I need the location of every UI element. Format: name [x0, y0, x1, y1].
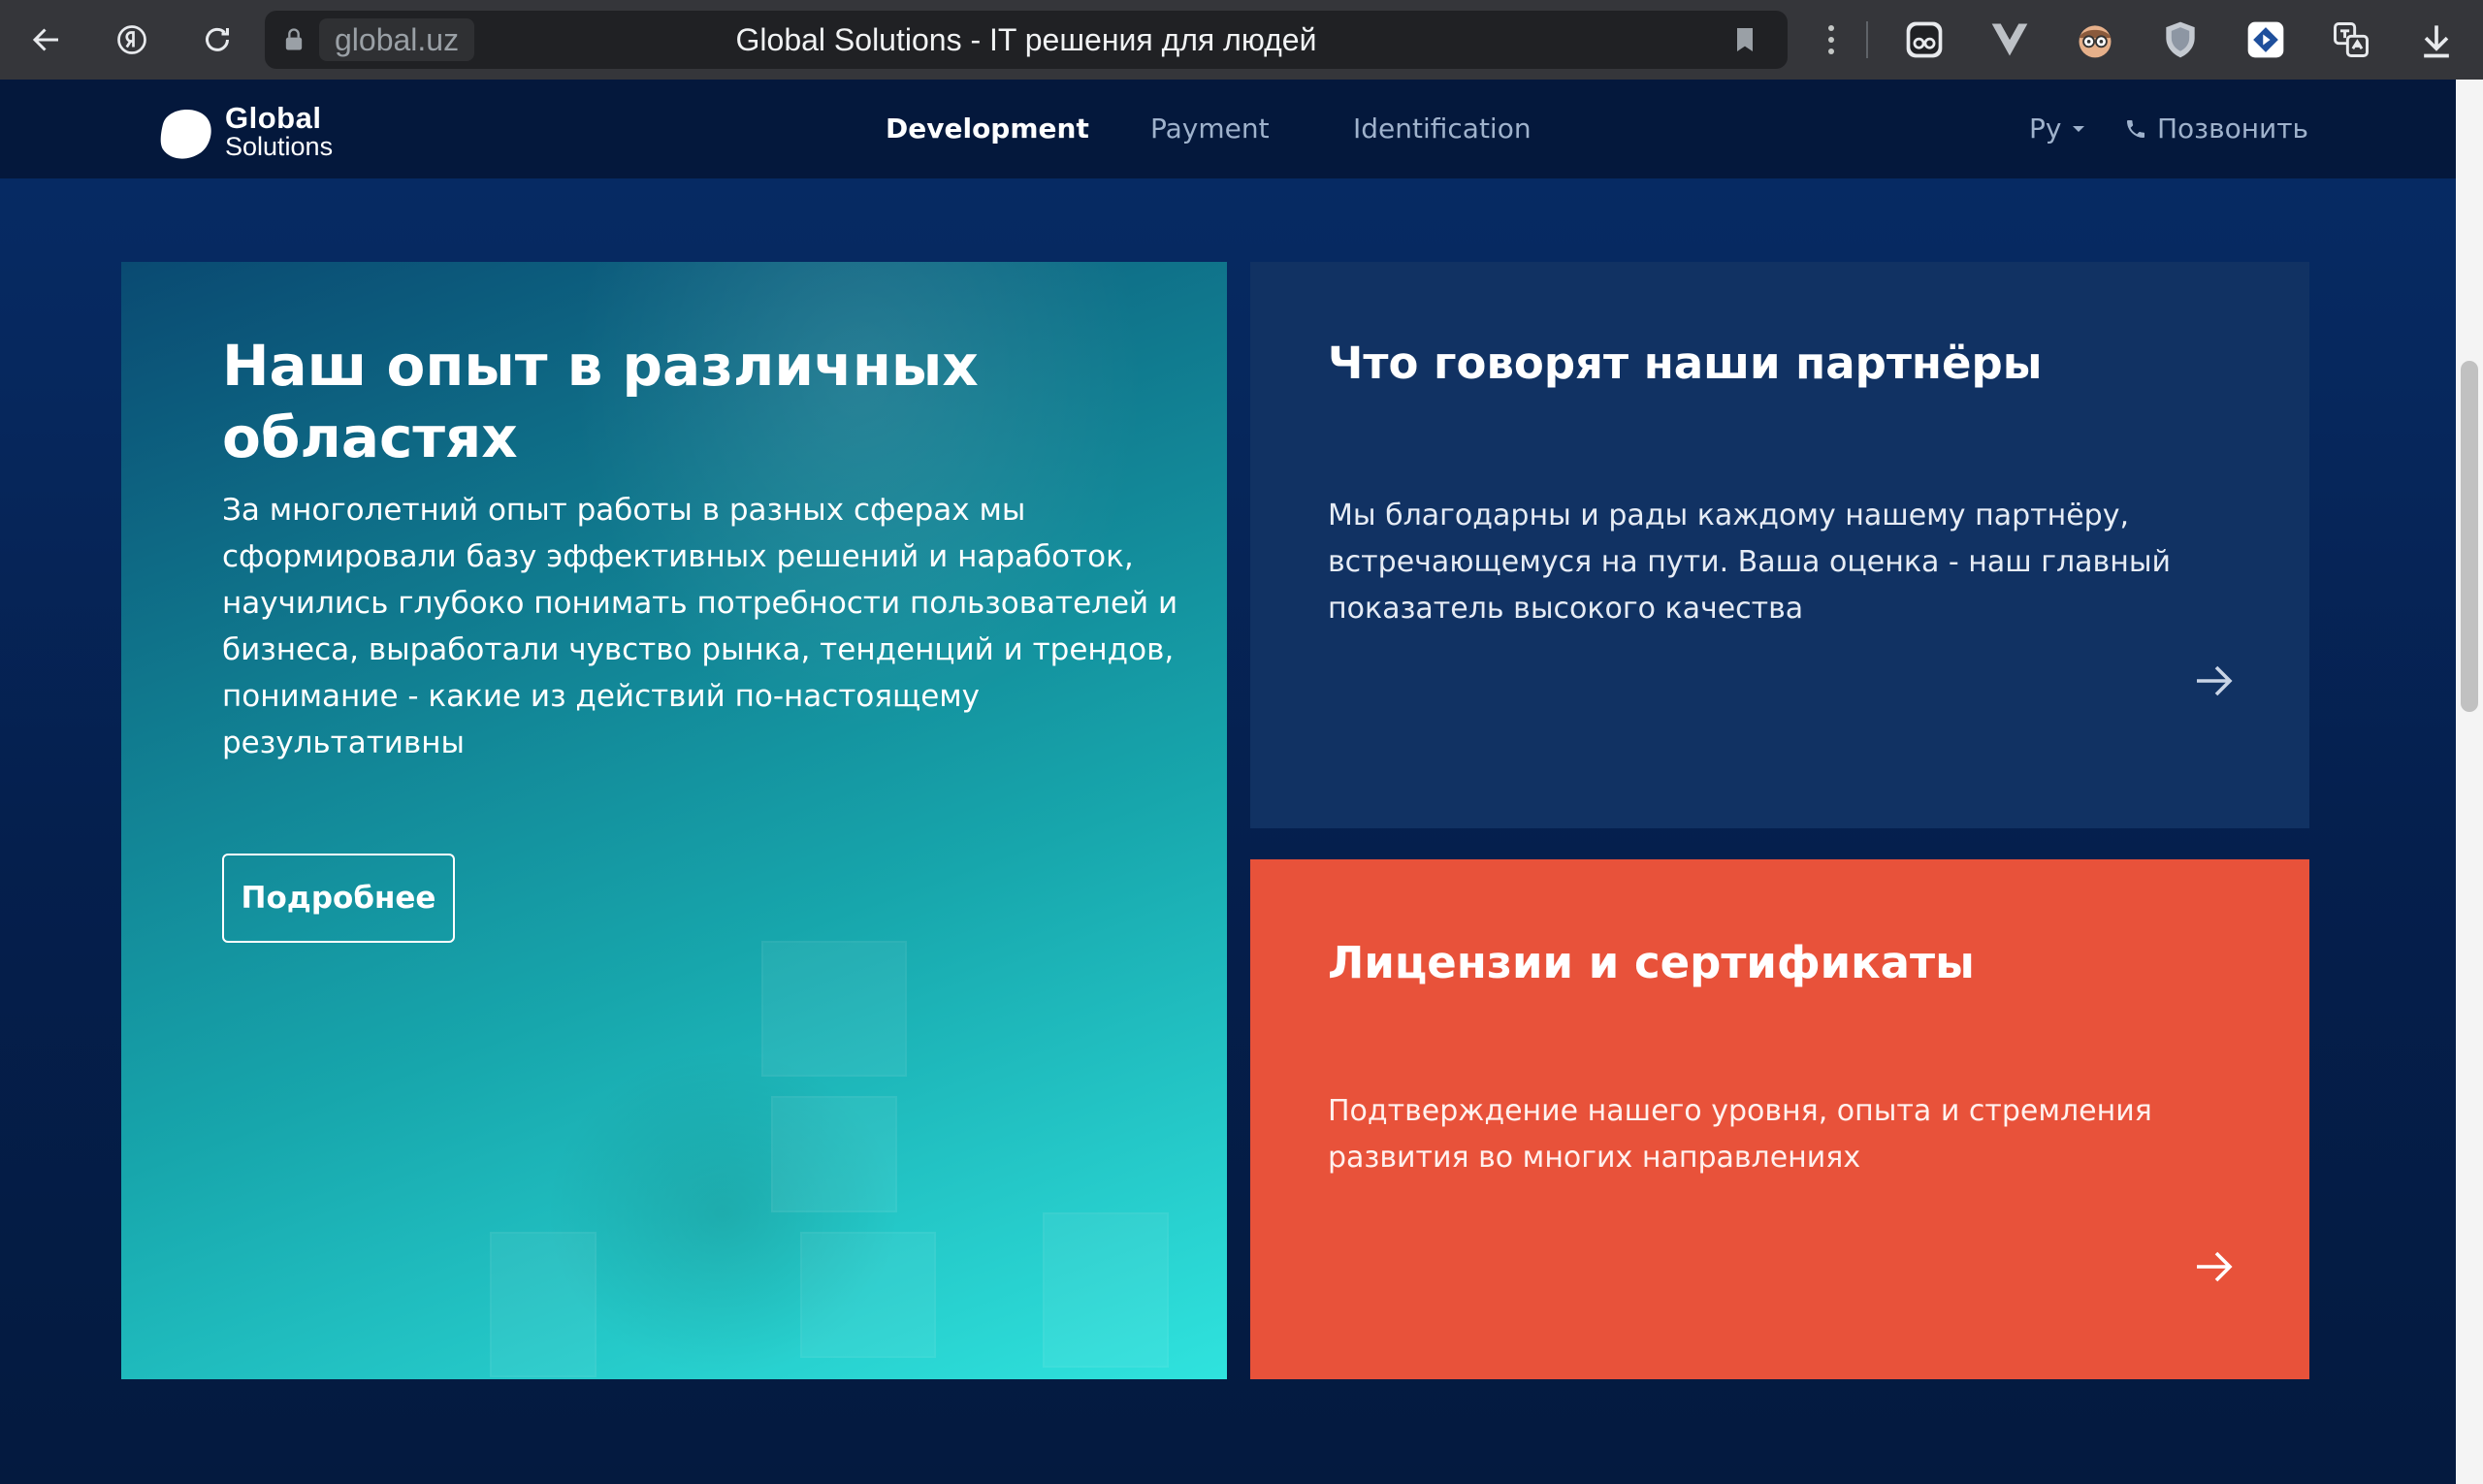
- photo-cube: [800, 1232, 936, 1358]
- call-link[interactable]: Позвонить: [2124, 80, 2308, 178]
- more-button[interactable]: Подробнее: [222, 854, 455, 943]
- back-arrow-icon: [32, 28, 58, 51]
- extension-glasses-icon[interactable]: [1901, 16, 1948, 63]
- call-label: Позвонить: [2157, 113, 2309, 145]
- language-select[interactable]: Ру: [2029, 80, 2085, 178]
- arrow-right-icon[interactable]: [2191, 1243, 2238, 1290]
- scrollbar-thumb[interactable]: [2461, 361, 2478, 712]
- experience-text: За многолетний опыт работы в разных сфер…: [222, 493, 1178, 760]
- extension-play-icon[interactable]: [2242, 16, 2289, 63]
- reload-icon: [206, 27, 229, 51]
- phone-icon: [2127, 120, 2144, 138]
- toolbar-divider: [1866, 21, 1868, 58]
- photo-cube: [1043, 1212, 1169, 1368]
- browser-toolbar: global.uz Global Solutions - IT решения …: [0, 0, 2483, 80]
- photo-cube: [771, 1096, 897, 1212]
- yandex-button[interactable]: [105, 13, 159, 67]
- photo-cube: [761, 941, 907, 1077]
- browser-tab-title: Global Solutions - IT решения для людей: [735, 22, 1317, 57]
- experience-title: Наш опыт в различных областях: [222, 333, 979, 470]
- partners-title: Что говорят наши партнёры: [1328, 338, 2043, 389]
- reload-button[interactable]: [190, 13, 244, 67]
- more-menu-icon[interactable]: [1814, 13, 1849, 67]
- logo-text-solutions: Solutions: [225, 132, 334, 161]
- language-label: Ру: [2029, 113, 2062, 145]
- bookmark-icon[interactable]: [1729, 24, 1760, 55]
- experience-card: Наш опыт в различных областях За многоле…: [121, 262, 1227, 1379]
- address-bar[interactable]: global.uz Global Solutions - IT решения …: [265, 11, 1788, 69]
- caret-down-icon: [2073, 126, 2085, 132]
- arrow-right-icon[interactable]: [2191, 658, 2238, 704]
- extension-vue-icon[interactable]: [1986, 16, 2033, 63]
- licenses-text: Подтверждение нашего уровня, опыта и стр…: [1328, 1094, 2152, 1175]
- site-logo[interactable]: Global Solutions: [155, 103, 333, 160]
- download-icon[interactable]: [2413, 16, 2460, 63]
- nav-identification[interactable]: Identification: [1353, 80, 1532, 178]
- logo-text-global: Global: [225, 101, 322, 135]
- extension-shield-icon[interactable]: [2157, 16, 2204, 63]
- licenses-card[interactable]: Лицензии и сертификаты Подтверждение наш…: [1250, 859, 2309, 1379]
- page-content: Global Solutions Development Payment Ide…: [0, 80, 2456, 1484]
- photo-cube: [490, 1232, 597, 1377]
- licenses-title: Лицензии и сертификаты: [1328, 937, 1975, 988]
- site-header: Global Solutions Development Payment Ide…: [0, 80, 2456, 178]
- partners-text: Мы благодарны и рады каждому нашему парт…: [1328, 499, 2172, 626]
- scrollbar-track[interactable]: [2456, 80, 2483, 1484]
- nav-payment[interactable]: Payment: [1150, 80, 1270, 178]
- partners-card[interactable]: Что говорят наши партнёры Мы благодарны …: [1250, 262, 2309, 828]
- extension-face-icon[interactable]: [2072, 16, 2118, 63]
- back-button[interactable]: [19, 13, 74, 67]
- yandex-icon: [117, 25, 146, 54]
- extension-translate-icon[interactable]: [2328, 16, 2374, 63]
- logo-mark-icon: [160, 109, 211, 159]
- nav-development[interactable]: Development: [886, 80, 1089, 178]
